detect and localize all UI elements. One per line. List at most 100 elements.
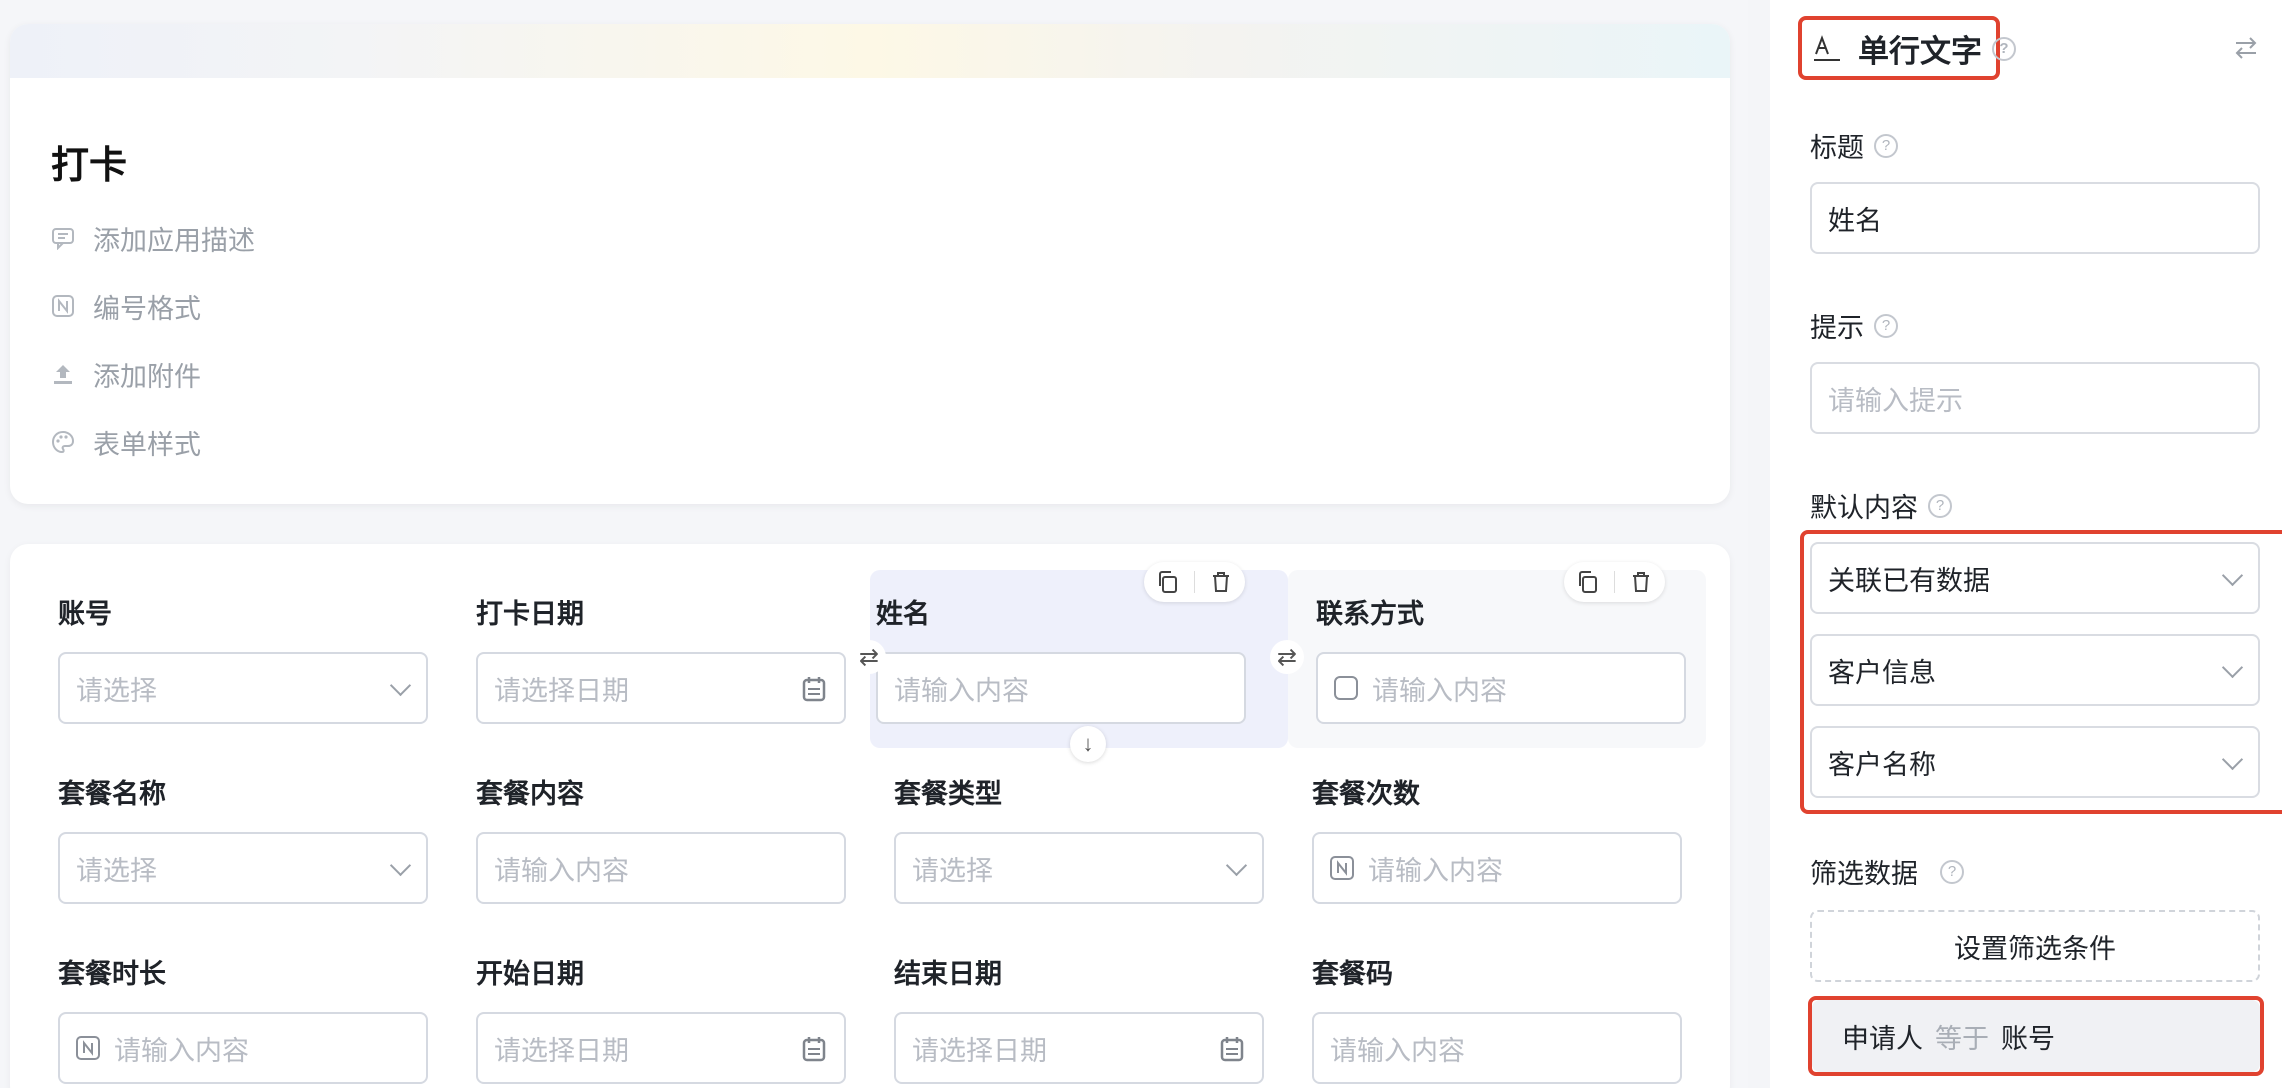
calendar-icon xyxy=(802,676,826,702)
field-label: 结束日期 xyxy=(894,959,1002,989)
upload-icon xyxy=(51,362,75,386)
set-filter-button[interactable]: 设置筛选条件 xyxy=(1810,910,2260,982)
package-type-select[interactable]: 请选择 xyxy=(894,832,1264,904)
hint-input[interactable]: 请输入提示 xyxy=(1810,362,2260,434)
hint-placeholder: 请输入提示 xyxy=(1828,385,1963,416)
field-name-selected[interactable]: 姓名 请输入内容 ↓ xyxy=(870,562,1288,762)
app-header-card: 打卡 添加应用描述 编号格式 添加附件 表单样式 xyxy=(10,24,1730,504)
placeholder-text: 请选择 xyxy=(76,855,157,886)
package-content-input[interactable]: 请输入内容 xyxy=(476,832,846,904)
default-source-value: 客户信息 xyxy=(1828,657,1936,688)
default-field-value: 客户名称 xyxy=(1828,749,1936,780)
help-icon[interactable]: ? xyxy=(1940,859,1964,884)
default-mode-value: 关联已有数据 xyxy=(1828,565,1990,596)
chevron-down-icon xyxy=(1225,854,1248,877)
title-label: 标题 xyxy=(1810,133,1864,163)
package-name-select[interactable]: 请选择 xyxy=(58,832,428,904)
field-end-date[interactable]: 结束日期 请选择日期 xyxy=(846,930,1264,1088)
field-label: 套餐码 xyxy=(1312,959,1393,989)
package-duration-input[interactable]: 请输入内容 xyxy=(58,1012,428,1084)
condition-operator: 等于 xyxy=(1935,1023,1989,1054)
account-select[interactable]: 请选择 xyxy=(58,652,428,724)
start-date-picker[interactable]: 请选择日期 xyxy=(476,1012,846,1084)
package-count-input[interactable]: 请输入内容 xyxy=(1312,832,1682,904)
field-contact[interactable]: 联系方式 请输入内容 xyxy=(1288,562,1706,748)
package-code-input[interactable]: 请输入内容 xyxy=(1312,1012,1682,1084)
field-checkin-date[interactable]: 打卡日期 请选择日期 xyxy=(428,570,846,748)
field-label: 套餐内容 xyxy=(476,779,584,809)
help-icon[interactable]: ? xyxy=(1874,133,1898,158)
placeholder-text: 请输入内容 xyxy=(1368,855,1503,886)
header-gradient-band xyxy=(10,24,1730,78)
help-icon[interactable]: ? xyxy=(1992,36,2016,61)
checkin-date-picker[interactable]: 请选择日期 xyxy=(476,652,846,724)
field-package-content[interactable]: 套餐内容 请输入内容 xyxy=(428,750,846,928)
add-attachment-link[interactable]: 添加附件 xyxy=(51,354,201,394)
field-package-count[interactable]: 套餐次数 请输入内容 xyxy=(1264,750,1682,928)
help-icon[interactable]: ? xyxy=(1928,493,1952,518)
form-style-label: 表单样式 xyxy=(93,429,201,460)
number-format-link[interactable]: 编号格式 xyxy=(51,286,201,326)
field-start-date[interactable]: 开始日期 请选择日期 xyxy=(428,930,846,1088)
field-toolbar xyxy=(1144,562,1245,602)
hint-label-row: 提示 ? xyxy=(1810,306,1898,345)
field-package-code[interactable]: 套餐码 请输入内容 xyxy=(1264,930,1682,1088)
form-style-link[interactable]: 表单样式 xyxy=(51,422,201,462)
number-icon xyxy=(1330,856,1354,880)
field-toolbar xyxy=(1564,562,1665,602)
copy-icon[interactable] xyxy=(1576,570,1600,594)
add-description-link[interactable]: 添加应用描述 xyxy=(51,218,255,258)
placeholder-text: 请输入内容 xyxy=(494,855,629,886)
swap-icon[interactable]: ⇄ xyxy=(1270,640,1304,674)
default-label: 默认内容 xyxy=(1810,493,1918,523)
placeholder-text: 请选择日期 xyxy=(494,675,629,706)
chevron-down-icon xyxy=(2221,564,2244,587)
title-input[interactable]: 姓名 xyxy=(1810,182,2260,254)
toolbar-divider xyxy=(1614,571,1615,593)
chevron-down-icon xyxy=(389,674,412,697)
trash-icon[interactable] xyxy=(1209,570,1233,594)
default-source-select[interactable]: 客户信息 xyxy=(1810,634,2260,706)
field-type-header[interactable]: 单行文字 ? xyxy=(1812,26,2016,71)
end-date-picker[interactable]: 请选择日期 xyxy=(894,1012,1264,1084)
placeholder-text: 请选择 xyxy=(912,855,993,886)
switch-type-icon[interactable] xyxy=(2232,34,2260,62)
field-type-title: 单行文字 xyxy=(1858,34,1982,69)
hint-label: 提示 xyxy=(1810,313,1864,343)
trash-icon[interactable] xyxy=(1629,570,1653,594)
condition-right: 账号 xyxy=(2001,1023,2055,1054)
contact-input[interactable]: 请输入内容 xyxy=(1316,652,1686,724)
field-label: 套餐类型 xyxy=(894,779,1002,809)
copy-icon[interactable] xyxy=(1156,570,1180,594)
help-icon[interactable]: ? xyxy=(1874,313,1898,338)
number-format-label: 编号格式 xyxy=(93,293,201,324)
condition-left: 申请人 xyxy=(1842,1023,1923,1054)
form-editor-canvas: 打卡 添加应用描述 编号格式 添加附件 表单样式 账号 请选择 打卡日期 请选择… xyxy=(0,0,1748,1088)
default-field-select[interactable]: 客户名称 xyxy=(1810,726,2260,798)
numbering-icon xyxy=(51,294,75,318)
field-package-type[interactable]: 套餐类型 请选择 xyxy=(846,750,1264,928)
placeholder-text: 请输入内容 xyxy=(114,1035,249,1066)
default-mode-select[interactable]: 关联已有数据 xyxy=(1810,542,2260,614)
placeholder-text: 请选择日期 xyxy=(494,1035,629,1066)
filter-condition[interactable]: 申请人 等于 账号 xyxy=(1812,1000,2260,1072)
app-title[interactable]: 打卡 xyxy=(51,134,127,189)
field-label: 套餐时长 xyxy=(58,959,166,989)
calendar-icon xyxy=(1220,1036,1244,1062)
filter-label: 筛选数据 xyxy=(1810,859,1918,889)
phone-icon xyxy=(1334,676,1358,700)
name-input[interactable]: 请输入内容 xyxy=(876,652,1246,724)
palette-icon xyxy=(51,430,75,454)
field-label: 联系方式 xyxy=(1316,599,1424,629)
chevron-down-icon xyxy=(389,854,412,877)
calendar-icon xyxy=(802,1036,826,1062)
field-label: 打卡日期 xyxy=(476,599,584,629)
field-account[interactable]: 账号 请选择 xyxy=(10,570,428,748)
title-value: 姓名 xyxy=(1828,205,1882,236)
field-package-duration[interactable]: 套餐时长 请输入内容 xyxy=(10,930,428,1088)
field-package-name[interactable]: 套餐名称 请选择 xyxy=(10,750,428,928)
text-field-icon xyxy=(1814,34,1840,61)
number-icon xyxy=(76,1036,100,1060)
swap-icon[interactable]: ⇄ xyxy=(852,640,886,674)
comment-icon xyxy=(51,226,75,251)
